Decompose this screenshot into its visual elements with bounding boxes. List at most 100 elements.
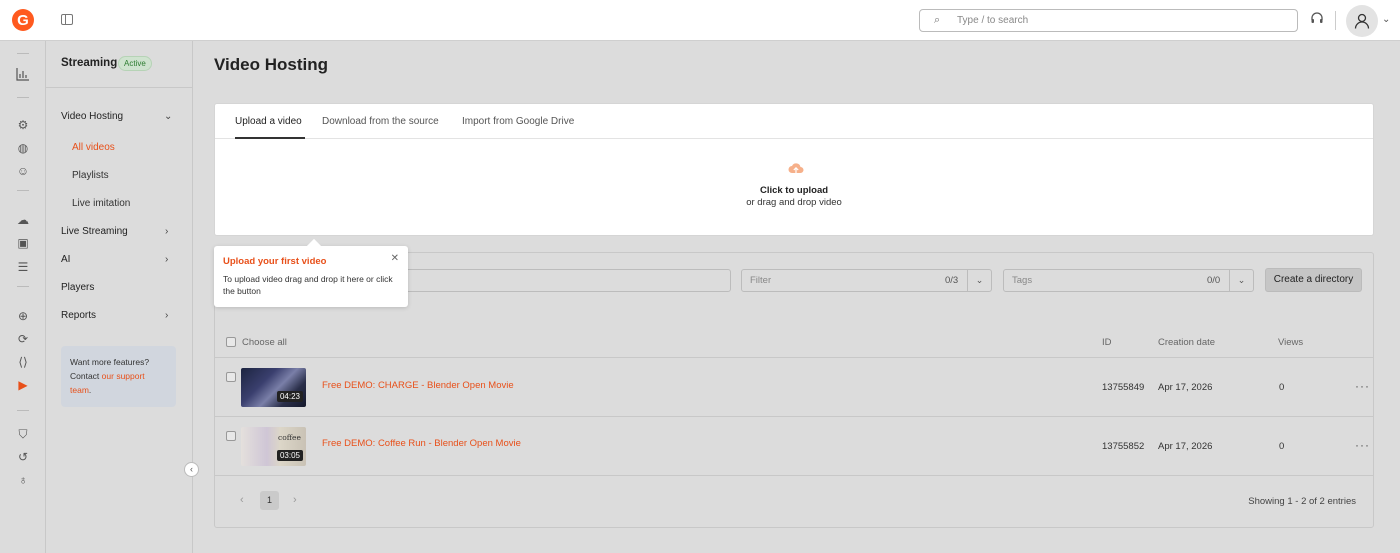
more-actions-icon[interactable]: ··· bbox=[1355, 379, 1370, 393]
page-title: Video Hosting bbox=[214, 55, 328, 74]
network-icon[interactable]: ◍ bbox=[15, 140, 31, 156]
thumbnail-text: coffee bbox=[278, 433, 301, 442]
video-thumbnail[interactable]: 04:23 bbox=[241, 368, 306, 407]
video-thumbnail[interactable]: coffee 03:05 bbox=[241, 427, 306, 466]
video-title-link[interactable]: Free DEMO: CHARGE - Blender Open Movie bbox=[322, 380, 514, 391]
video-date: Apr 17, 2026 bbox=[1158, 382, 1213, 393]
sidebar-item-video-hosting[interactable]: Video Hosting bbox=[61, 111, 123, 122]
table-header: Choose all ID Creation date Views bbox=[215, 329, 1373, 357]
cloud-icon[interactable]: ☁ bbox=[15, 212, 31, 228]
sidebar: Streaming Active Video Hosting ⌄ All vid… bbox=[46, 41, 193, 553]
video-views: 0 bbox=[1279, 382, 1285, 393]
sidebar-item-playlists[interactable]: Playlists bbox=[72, 170, 109, 181]
row-checkbox[interactable] bbox=[226, 431, 236, 441]
sync-icon[interactable]: ⟳ bbox=[15, 331, 31, 347]
page-number[interactable]: 1 bbox=[260, 491, 279, 510]
divider bbox=[17, 286, 29, 287]
analytics-icon[interactable] bbox=[15, 67, 31, 83]
divider bbox=[46, 87, 192, 88]
filter-select[interactable]: Filter 0/3 ⌄ bbox=[741, 269, 992, 292]
sidebar-item-reports[interactable]: Reports bbox=[61, 310, 96, 321]
streaming-icon[interactable]: ▶ bbox=[15, 377, 31, 393]
chevron-right-icon[interactable]: › bbox=[165, 226, 168, 237]
sidebar-toggle-icon[interactable] bbox=[61, 14, 73, 25]
video-duration: 03:05 bbox=[276, 450, 303, 461]
lightbulb-icon[interactable]: ♁ bbox=[15, 472, 31, 488]
cdn-icon[interactable]: ⚙ bbox=[15, 117, 31, 133]
sidebar-item-all-videos[interactable]: All videos bbox=[72, 142, 115, 153]
dns-globe-icon[interactable]: ⊕ bbox=[15, 308, 31, 324]
pagination: ‹ 1 › Showing 1 - 2 of 2 entries bbox=[215, 475, 1373, 527]
upload-card: Upload a video Download from the source … bbox=[214, 103, 1374, 236]
waap-icon[interactable]: ↺ bbox=[15, 449, 31, 465]
upload-title[interactable]: Click to upload bbox=[215, 185, 1373, 196]
collapse-sidebar-button[interactable]: ‹ bbox=[184, 462, 199, 477]
next-page-icon[interactable]: › bbox=[293, 494, 297, 506]
sidebar-item-ai[interactable]: AI bbox=[61, 254, 70, 265]
divider bbox=[17, 53, 29, 54]
storage-icon[interactable]: ☰ bbox=[15, 259, 31, 275]
prev-page-icon[interactable]: ‹ bbox=[240, 494, 244, 506]
table-row[interactable]: 04:23 Free DEMO: CHARGE - Blender Open M… bbox=[215, 357, 1373, 416]
tab-upload-video[interactable]: Upload a video bbox=[235, 116, 302, 127]
promo-box: Want more features? Contact our support … bbox=[61, 346, 176, 407]
tags-count: 0/0 bbox=[1207, 275, 1221, 286]
create-directory-button[interactable]: Create a directory bbox=[1265, 268, 1362, 292]
chevron-right-icon[interactable]: › bbox=[165, 310, 168, 321]
video-id: 13755849 bbox=[1102, 382, 1145, 393]
close-icon[interactable]: ✕ bbox=[391, 253, 399, 264]
shield-icon[interactable]: ⛉ bbox=[15, 426, 31, 442]
video-id: 13755852 bbox=[1102, 441, 1145, 452]
upload-subtitle: or drag and drop video bbox=[746, 197, 842, 208]
user-icon bbox=[1354, 13, 1370, 29]
chevron-down-icon[interactable]: ⌄ bbox=[1382, 14, 1390, 25]
column-id: ID bbox=[1102, 337, 1112, 348]
tooltip-body: To upload video drag and drop it here or… bbox=[223, 274, 393, 296]
video-views: 0 bbox=[1279, 441, 1285, 452]
search-videos-input[interactable] bbox=[395, 269, 731, 292]
video-server-icon[interactable]: ▣ bbox=[15, 235, 31, 251]
tooltip-title: Upload your first video bbox=[223, 256, 327, 267]
gcore-logo[interactable]: G bbox=[12, 9, 34, 31]
tags-select[interactable]: Tags 0/0 ⌄ bbox=[1003, 269, 1254, 292]
divider bbox=[17, 410, 29, 411]
chevron-right-icon[interactable]: › bbox=[165, 254, 168, 265]
divider bbox=[17, 190, 29, 191]
active-tab-indicator bbox=[235, 137, 305, 139]
column-views: Views bbox=[1278, 337, 1304, 348]
tab-download-source[interactable]: Download from the source bbox=[322, 116, 439, 127]
cloud-upload-icon[interactable] bbox=[788, 162, 804, 176]
ai-robot-icon[interactable]: ☺ bbox=[15, 163, 31, 179]
search-input[interactable]: ⌕ Type / to search bbox=[919, 9, 1298, 32]
divider bbox=[1335, 11, 1336, 30]
choose-all-checkbox[interactable] bbox=[226, 337, 236, 347]
more-actions-icon[interactable]: ··· bbox=[1355, 438, 1370, 452]
sidebar-item-players[interactable]: Players bbox=[61, 282, 94, 293]
chevron-down-icon[interactable]: ⌄ bbox=[1229, 270, 1253, 291]
divider bbox=[215, 138, 1373, 139]
headset-icon[interactable] bbox=[1309, 12, 1325, 28]
entries-count: Showing 1 - 2 of 2 entries bbox=[1248, 496, 1356, 507]
code-icon[interactable]: ⟨⟩ bbox=[15, 354, 31, 370]
product-rail: ⚙ ◍ ☺ ☁ ▣ ☰ ⊕ ⟳ ⟨⟩ ▶ ⛉ ↺ ♁ bbox=[0, 41, 46, 553]
tab-import-google-drive[interactable]: Import from Google Drive bbox=[462, 116, 574, 127]
video-date: Apr 17, 2026 bbox=[1158, 441, 1213, 452]
onboarding-tooltip: Upload your first video ✕ To upload vide… bbox=[214, 246, 408, 307]
filter-count: 0/3 bbox=[945, 275, 959, 286]
row-checkbox[interactable] bbox=[226, 372, 236, 382]
user-avatar[interactable] bbox=[1346, 5, 1378, 37]
tags-placeholder: Tags bbox=[1012, 275, 1033, 286]
search-icon: ⌕ bbox=[934, 14, 941, 26]
divider bbox=[17, 97, 29, 98]
video-title-link[interactable]: Free DEMO: Coffee Run - Blender Open Mov… bbox=[322, 438, 521, 449]
status-badge: Active bbox=[118, 56, 152, 71]
chevron-down-icon[interactable]: ⌄ bbox=[164, 111, 172, 122]
sidebar-item-live-imitation[interactable]: Live imitation bbox=[72, 198, 130, 209]
table-row[interactable]: coffee 03:05 Free DEMO: Coffee Run - Ble… bbox=[215, 416, 1373, 475]
choose-all-label[interactable]: Choose all bbox=[242, 337, 287, 348]
sidebar-item-live-streaming[interactable]: Live Streaming bbox=[61, 226, 128, 237]
chevron-down-icon[interactable]: ⌄ bbox=[967, 270, 991, 291]
video-duration: 04:23 bbox=[276, 391, 303, 402]
column-creation-date: Creation date bbox=[1158, 337, 1216, 348]
top-bar: G ⌕ Type / to search ⌄ bbox=[0, 0, 1400, 41]
